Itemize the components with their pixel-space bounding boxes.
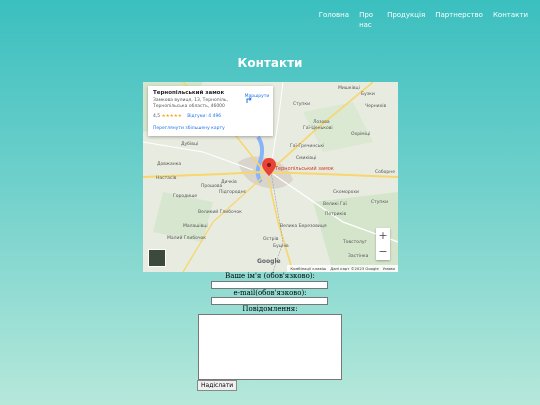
place-label: Ступки (371, 200, 389, 205)
place-label: Підгороднє (219, 190, 246, 195)
place-label: Городище (173, 194, 198, 199)
place-label: Соборне (375, 170, 395, 175)
place-label: Застінка (348, 254, 369, 259)
top-nav: Головна Про нас Продукція Партнерство Ко… (319, 10, 528, 30)
place-label: Бузки (361, 92, 375, 97)
name-field[interactable] (211, 281, 328, 289)
place-label: Мишківці (338, 86, 360, 91)
view-larger-map-link[interactable]: Переглянути збільшену карту (153, 126, 225, 131)
place-label: Товстолуг (343, 240, 367, 245)
nav-about[interactable]: Про нас (359, 10, 377, 30)
page-title: Контакти (237, 56, 303, 70)
message-label: Повідомлення: (242, 305, 298, 313)
place-label: Малий Глибочок (167, 236, 206, 241)
place-label: Острів (263, 237, 279, 242)
email-field[interactable] (211, 297, 328, 305)
map-data-attribution: Дані карт ©2023 Google (330, 266, 379, 271)
place-label: Велика Березовиця (280, 224, 327, 229)
place-label: Довжанка (157, 162, 182, 167)
place-label: Дичків (221, 180, 237, 185)
message-field[interactable] (198, 314, 342, 380)
directions-icon (246, 97, 252, 103)
place-info-card: Тернопільський замок Замкова вулиця, 13,… (148, 86, 273, 136)
place-label: Буцнів (273, 244, 289, 249)
google-logo: Google (257, 258, 281, 265)
terms-link[interactable]: Умови (383, 265, 395, 272)
submit-button[interactable]: Надіслати (197, 380, 238, 391)
pin-label[interactable]: Тернопільський замок (275, 166, 334, 172)
nav-home[interactable]: Головна (319, 10, 349, 20)
rating-stars-icon: ★★★★★ (161, 114, 182, 119)
place-label: Великий Глибочок (198, 210, 242, 215)
place-label: Лозова (313, 120, 330, 125)
place-name: Тернопільський замок (153, 90, 225, 96)
place-label: Петриків (325, 212, 347, 217)
place-label: Ступки (293, 102, 311, 107)
rating-value: 4,5 (153, 114, 161, 119)
zoom-in-button[interactable]: + (376, 228, 390, 244)
place-label: Прошова (201, 184, 223, 189)
place-label: Охріміці (351, 132, 371, 137)
place-label: Настасів (156, 176, 177, 181)
name-label: Ваше ім'я (обов'язково): (225, 272, 315, 280)
place-label: Гаї-Ценькові (303, 126, 333, 131)
zoom-control: + − (376, 228, 390, 260)
map-footer: Комбінації клавіш Дані карт ©2023 Google… (287, 265, 398, 272)
place-label: Малашівці (183, 224, 208, 229)
place-label: Дубівці (181, 142, 199, 147)
nav-products[interactable]: Продукція (387, 10, 425, 20)
place-rating: 4,5 ★★★★★ Відгуки: 4 496 (153, 114, 221, 119)
zoom-out-button[interactable]: − (376, 244, 390, 260)
reviews-link[interactable]: Відгуки: 4 496 (187, 114, 221, 119)
place-label: Гаї-Гречинські (290, 144, 325, 149)
email-label: e-mail(обов'язково): (233, 289, 307, 297)
keyboard-shortcuts-link[interactable]: Комбінації клавіш (290, 265, 326, 272)
place-label: Смиківці (296, 156, 317, 161)
place-address: Замкова вулиця, 13, Тернопіль, Тернопіль… (153, 98, 228, 109)
place-label: Скоморохи (333, 190, 359, 195)
embedded-map[interactable]: Мишківці Бузки Велика Березовиця Чернихі… (143, 82, 398, 272)
place-label: Чернихів (365, 104, 387, 109)
nav-partnership[interactable]: Партнерство (435, 10, 483, 20)
place-label: Великі Гаї (323, 202, 347, 207)
directions-button[interactable]: Маршрути (244, 94, 270, 103)
map-layers-button[interactable] (148, 249, 166, 267)
nav-contacts[interactable]: Контакти (493, 10, 528, 20)
